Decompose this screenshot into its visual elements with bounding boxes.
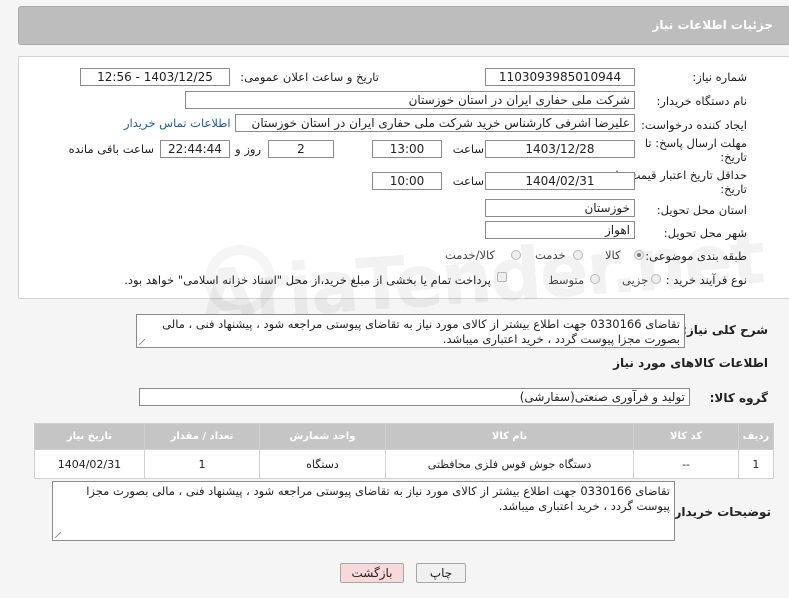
goods-group-field: تولید و فرآوری صنعتی(سفارشی) — [139, 388, 690, 406]
buyer-notes-text: تقاضای 0330166 جهت اطلاع بیشتر از کالای … — [86, 484, 670, 513]
category-service-label: خدمت — [535, 248, 566, 262]
buyer-notes-label: توضیحات خریدار: — [669, 505, 771, 519]
col-row: ردیف — [737, 423, 775, 450]
col-unit: واحد شمارش — [259, 423, 386, 450]
city-label: شهر محل تحویل: — [663, 226, 747, 240]
deadline-date-field: 1403/12/28 — [485, 140, 635, 158]
days-label: روز و — [235, 142, 261, 156]
validity-time-field: 10:00 — [372, 172, 442, 190]
process-minor-radio[interactable] — [651, 274, 661, 284]
category-service-radio[interactable] — [573, 250, 583, 260]
resize-grip-icon[interactable] — [139, 339, 145, 345]
cell-code: -- — [633, 449, 739, 479]
days-field: 2 — [268, 140, 334, 158]
cell-date: 1404/02/31 — [34, 449, 145, 479]
deadline-time-field: 13:00 — [372, 140, 442, 158]
category-both-radio[interactable] — [511, 250, 521, 260]
col-code: کد کالا — [633, 423, 739, 450]
validity-label-date: تاریخ: — [720, 182, 747, 196]
resize-grip-icon[interactable] — [55, 532, 61, 538]
announce-label: تاریخ و ساعت اعلان عمومی: — [240, 70, 379, 84]
buyer-org-field: شرکت ملی حفاری ایران در استان خوزستان — [185, 91, 635, 109]
process-medium-radio[interactable] — [590, 274, 600, 284]
col-date: تاریخ نیاز — [34, 423, 145, 450]
cell-name: دستگاه جوش قوس فلزی محافظتی — [384, 449, 635, 479]
print-button[interactable]: چاپ — [416, 563, 466, 583]
buyer-org-label: نام دستگاه خریدار: — [656, 94, 747, 108]
process-label: نوع فرآیند خرید : — [665, 273, 747, 287]
category-goods-radio[interactable] — [634, 250, 644, 260]
category-label: طبقه بندی موضوعی: — [645, 249, 747, 263]
category-goods-label: کالا — [605, 248, 621, 262]
contact-info-link[interactable]: اطلاعات تماس خریدار — [124, 116, 231, 130]
table-row: 1 -- دستگاه جوش قوس فلزی محافظتی دستگاه … — [34, 449, 775, 479]
process-medium-label: متوسط — [548, 273, 585, 287]
buyer-notes-textarea: تقاضای 0330166 جهت اطلاع بیشتر از کالای … — [52, 481, 675, 541]
deadline-label: مهلت ارسال پاسخ: تا — [644, 136, 747, 150]
description-textarea: تقاضای 0330166 جهت اطلاع بیشتر از کالای … — [136, 314, 685, 348]
validity-date-field: 1404/02/31 — [485, 172, 635, 190]
description-text: تقاضای 0330166 جهت اطلاع بیشتر از کالای … — [162, 317, 680, 346]
deadline-time-label: ساعت — [452, 142, 484, 156]
announce-field: 1403/12/25 - 12:56 — [80, 68, 230, 86]
description-label: شرح کلی نیاز: — [682, 323, 768, 337]
col-qty: تعداد / مقدار — [143, 423, 261, 450]
goods-table: ردیف کد کالا نام کالا واحد شمارش تعداد /… — [34, 423, 775, 479]
cell-row: 1 — [737, 449, 775, 479]
creator-field: علیرضا اشرفی کارشناس خرید شرکت ملی حفاری… — [235, 114, 635, 132]
goods-section-title: اطلاعات کالاهای مورد نیاز — [613, 356, 768, 370]
deadline-label-date: تاریخ: — [720, 150, 747, 164]
remaining-field: 22:44:44 — [160, 140, 230, 158]
goods-table-header: ردیف کد کالا نام کالا واحد شمارش تعداد /… — [34, 423, 775, 450]
cell-unit: دستگاه — [259, 449, 386, 479]
process-minor-label: جزیی — [622, 273, 649, 287]
remaining-label: ساعت باقی مانده — [68, 142, 154, 156]
need-number-field: 1103093985010944 — [485, 68, 635, 86]
validity-label: حداقل تاریخ اعتبار قیمت: تا — [615, 168, 747, 182]
creator-label: ایجاد کننده درخواست: — [641, 118, 747, 132]
treasury-payment-checkbox[interactable] — [497, 272, 507, 282]
page-title: جزئیات اطلاعات نیاز — [652, 18, 773, 32]
city-field: اهواز — [485, 221, 635, 239]
cell-qty: 1 — [143, 449, 261, 479]
validity-time-label: ساعت — [452, 174, 484, 188]
province-field: خوزستان — [485, 199, 635, 217]
col-name: نام کالا — [384, 423, 635, 450]
page-header: جزئیات اطلاعات نیاز — [18, 6, 789, 45]
province-label: استان محل تحویل: — [656, 203, 747, 217]
category-both-label: کالا/خدمت — [445, 248, 496, 262]
treasury-payment-note: پرداخت تمام یا بخشی از مبلغ خرید،از محل … — [124, 273, 491, 287]
goods-group-label: گروه کالا: — [709, 391, 768, 405]
need-number-label: شماره نیاز: — [692, 70, 747, 84]
back-button[interactable]: بازگشت — [340, 563, 404, 583]
